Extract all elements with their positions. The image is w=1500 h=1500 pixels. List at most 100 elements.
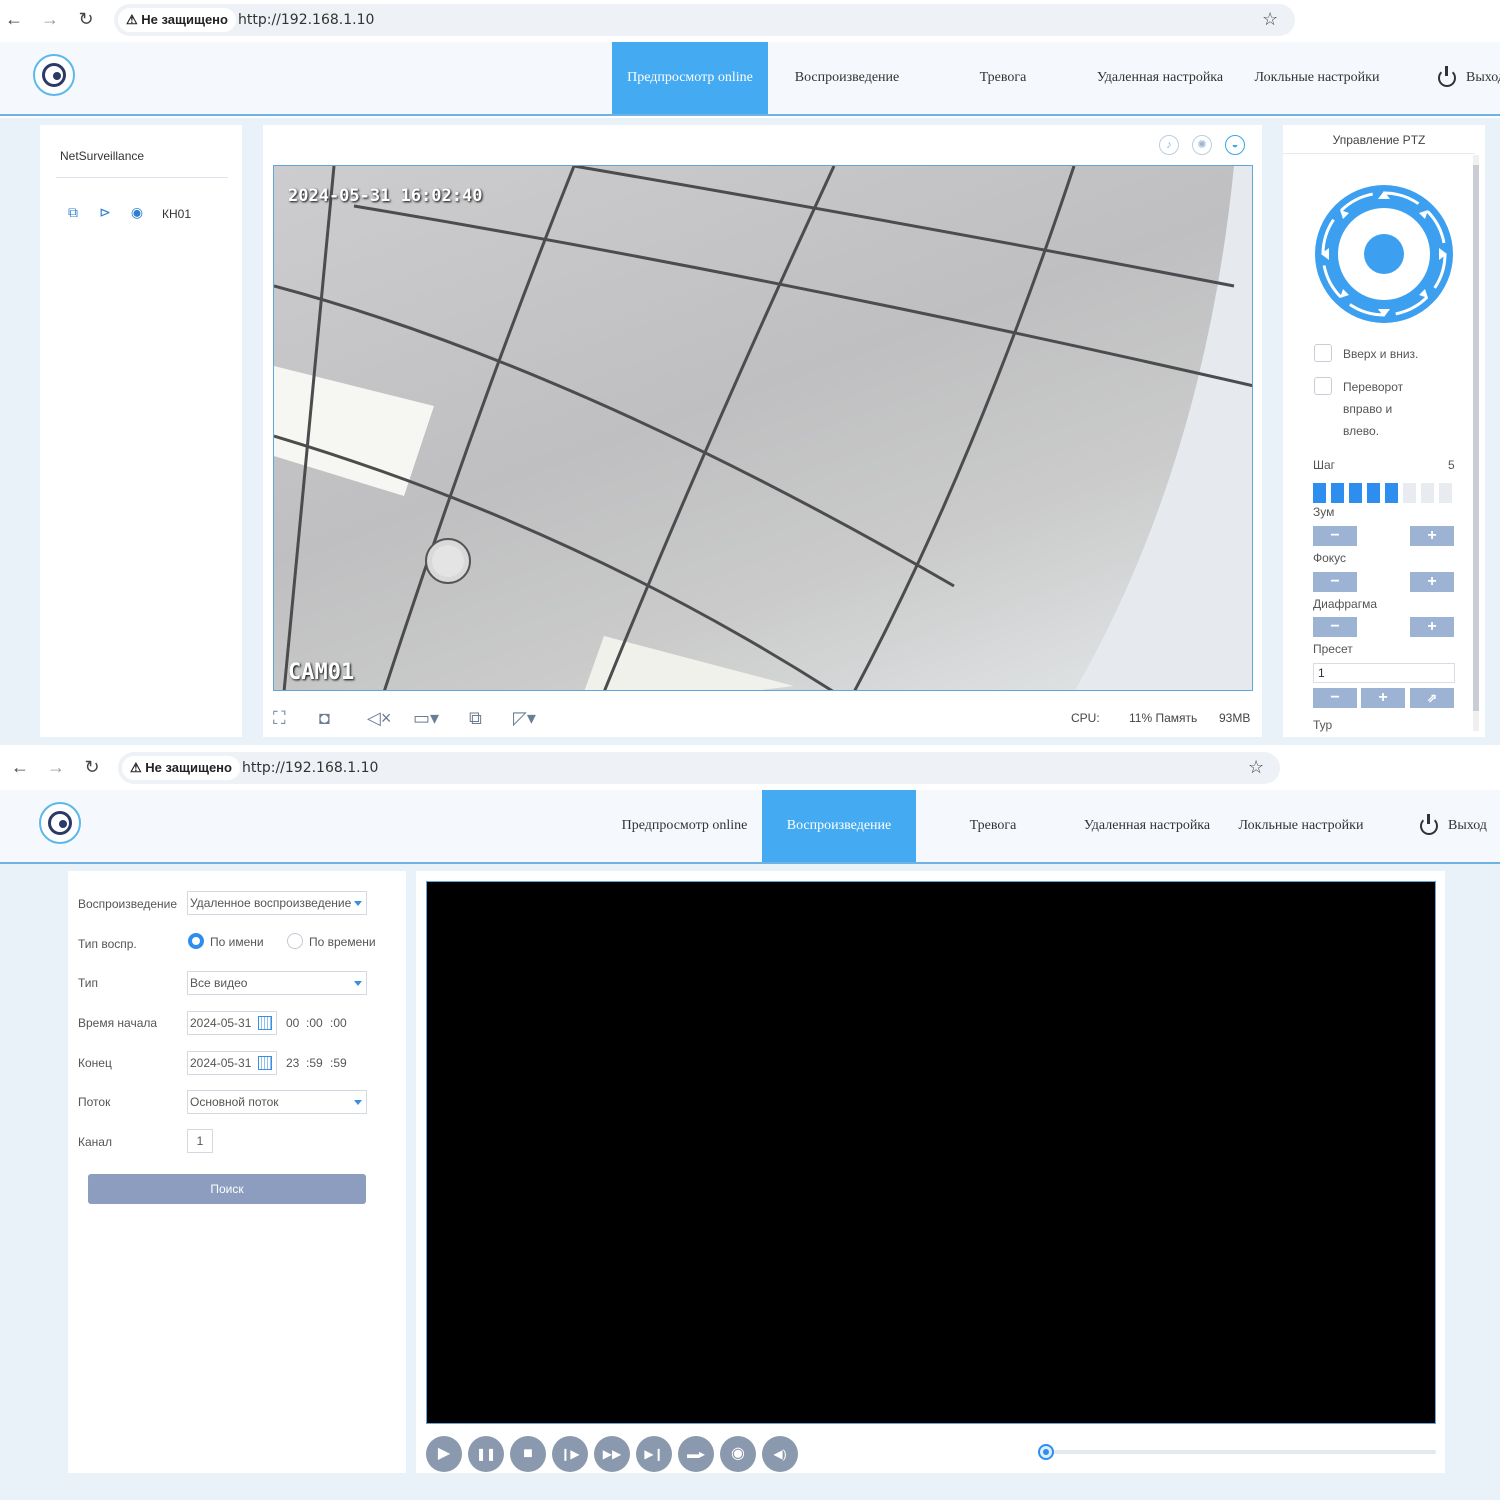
tab-remote-settings[interactable]: Удаленная настройка [1082,42,1238,114]
url-text[interactable]: http://192.168.1.10 [238,4,374,36]
slow-icon[interactable]: ❙▶ [552,1436,588,1472]
focus-plus-button[interactable]: + [1410,572,1454,592]
aspect-ratio-icon[interactable]: ◸▾ [513,707,536,729]
step-level-segment[interactable] [1331,483,1344,503]
snapshot-icon[interactable]: ◉ [720,1436,756,1472]
end-second-input[interactable]: :59 [330,1051,347,1075]
stream-select[interactable]: Основной поток [187,1090,367,1114]
mode-by-time-label[interactable]: По времени [309,935,376,949]
record-icon[interactable]: ⧉ [469,707,482,729]
camera-dome-icon[interactable]: ◒ [1225,135,1245,155]
type-value: Все видео [190,976,248,990]
tab-alarm[interactable]: Тревога [916,790,1070,862]
tab-alarm[interactable]: Тревога [926,42,1080,114]
stream-label: Поток [78,1095,111,1109]
type-select[interactable]: Все видео [187,971,367,995]
tab-local-settings[interactable]: Локльные настройки [1240,42,1394,114]
tab-live-preview[interactable]: Предпросмотр online [612,42,768,114]
step-level-segment[interactable] [1439,483,1452,503]
next-frame-icon[interactable]: ▶❙ [636,1436,672,1472]
ptz-scrollbar[interactable] [1473,155,1479,731]
logout-button[interactable]: Выход [1438,42,1500,114]
reload-icon[interactable]: ↻ [74,8,98,30]
address-bar[interactable]: ⚠ Не защищено http://192.168.1.10 ☆ [118,752,1280,784]
start-hour-input[interactable]: 00 [286,1011,300,1035]
tab-playback[interactable]: Воспроизведение [762,790,916,862]
zoom-in-button[interactable]: + [1410,526,1454,546]
end-minute-input[interactable]: :59 [306,1051,323,1075]
security-badge[interactable]: ⚠ Не защищено [122,756,240,780]
multi-camera-icon[interactable]: ⧉ [64,203,82,221]
flip-horizontal-checkbox[interactable] [1314,377,1332,395]
live-view-icon[interactable]: ◉ [128,203,146,221]
pause-icon[interactable]: ❚❚ [468,1436,504,1472]
preset-remove-button[interactable]: − [1313,688,1357,708]
snapshot-icon[interactable]: ◘ [319,707,330,729]
security-badge[interactable]: ⚠ Не защищено [118,8,236,32]
focus-minus-button[interactable]: − [1313,572,1357,592]
volume-icon[interactable]: ◀) [762,1436,798,1472]
ptz-title: Управление PTZ [1332,133,1426,147]
iris-minus-button[interactable]: − [1313,617,1357,637]
play-icon[interactable]: ▶ [426,1436,462,1472]
fullscreen-icon[interactable]: ⛶ [273,707,286,729]
play-stream-icon[interactable]: ⊳ [96,203,114,221]
tab-local-settings[interactable]: Локльные настройки [1224,790,1378,862]
zoom-out-button[interactable]: − [1313,526,1357,546]
live-video[interactable]: 2024-05-31 16:02:40 CAM01 [273,165,1253,691]
preset-goto-button[interactable]: ⇗ [1410,688,1454,708]
address-bar[interactable]: ⚠ Не защищено http://192.168.1.10 ☆ [114,4,1295,36]
mode-by-name-radio[interactable] [188,933,204,949]
calendar-icon[interactable] [258,1016,272,1030]
url-text[interactable]: http://192.168.1.10 [242,752,378,784]
ceiling-scene-image [274,166,1252,690]
mode-by-name-label[interactable]: По имени [210,935,264,949]
end-date-input[interactable]: 2024-05-31 [187,1051,277,1075]
step-level-segment[interactable] [1421,483,1434,503]
preset-add-button[interactable]: + [1361,688,1405,708]
playback-progress-knob[interactable] [1038,1444,1054,1460]
reload-icon[interactable]: ↻ [80,756,104,778]
back-icon[interactable]: ← [8,756,32,778]
playback-video[interactable] [426,881,1436,1424]
start-second-input[interactable]: :00 [330,1011,347,1035]
brightness-icon[interactable]: ✺ [1192,135,1212,155]
logout-button[interactable]: Выход [1420,790,1487,862]
start-minute-input[interactable]: :00 [306,1011,323,1035]
tour-label: Тур [1313,718,1333,732]
forward-icon[interactable]: → [44,756,68,778]
flip-vertical-checkbox[interactable] [1314,344,1332,362]
step-level-segment[interactable] [1403,483,1416,503]
microphone-icon[interactable]: ♪ [1159,135,1179,155]
step-level-segment[interactable] [1385,483,1398,503]
search-button[interactable]: Поиск [88,1174,366,1204]
channel-label[interactable]: КН01 [162,207,191,221]
forward-icon[interactable]: → [38,8,62,30]
playback-source-select[interactable]: Удаленное воспроизведение [187,891,367,915]
record-icon[interactable]: ▬▸ [678,1436,714,1472]
step-level-segment[interactable] [1313,483,1326,503]
mute-icon[interactable]: ◁× [367,707,391,729]
tab-remote-settings[interactable]: Удаленная настройка [1070,790,1224,862]
step-level-segment[interactable] [1349,483,1362,503]
start-date-input[interactable]: 2024-05-31 [187,1011,277,1035]
display-mode-icon[interactable]: ▭▾ [413,707,439,729]
iris-plus-button[interactable]: + [1410,617,1454,637]
bookmark-star-icon[interactable]: ☆ [1248,757,1264,778]
preset-input[interactable]: 1 [1313,663,1455,683]
step-level-segment[interactable] [1367,483,1380,503]
video-panel: ♪ ✺ ◒ 2024-05-31 16:02:40 CAM01 ⛶ ◘ ◁× ▭… [263,125,1262,737]
tab-playback[interactable]: Воспроизведение [770,42,924,114]
flip-horizontal-label-line2: вправо и [1343,402,1393,416]
fast-forward-icon[interactable]: ▶▶ [594,1436,630,1472]
calendar-icon[interactable] [258,1056,272,1070]
playback-progress-track[interactable] [1046,1450,1436,1454]
channel-input[interactable]: 1 [187,1129,213,1153]
end-hour-input[interactable]: 23 [286,1051,300,1075]
stop-icon[interactable]: ■ [510,1436,546,1472]
bookmark-star-icon[interactable]: ☆ [1262,9,1278,30]
tab-live-preview[interactable]: Предпросмотр online [607,790,762,862]
mode-by-time-radio[interactable] [287,933,303,949]
back-icon[interactable]: ← [2,8,26,30]
ptz-joystick[interactable] [1313,183,1455,325]
